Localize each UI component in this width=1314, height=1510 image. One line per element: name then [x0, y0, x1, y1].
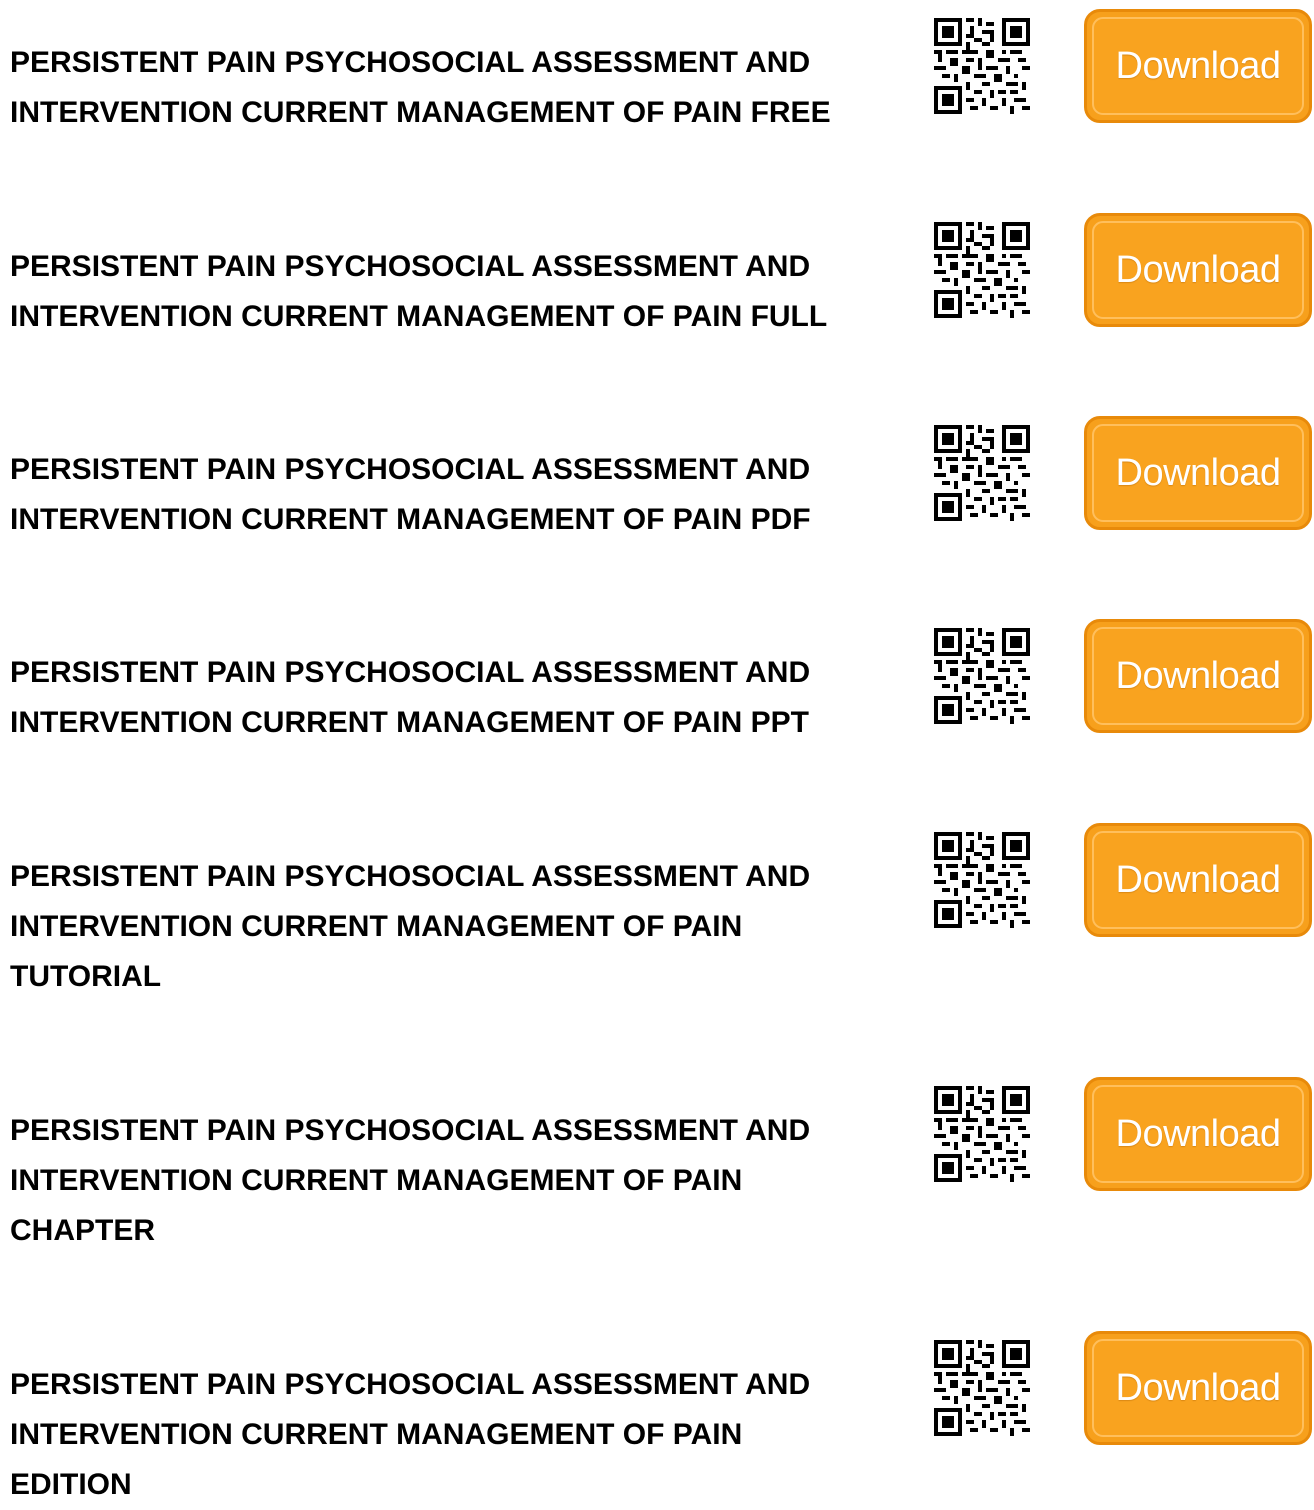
item-title-line: PERSISTENT PAIN PSYCHOSOCIAL ASSESSMENT …	[10, 46, 811, 79]
download-button[interactable]: Download	[1084, 619, 1312, 733]
download-button[interactable]: Download	[1084, 823, 1312, 937]
download-button[interactable]: Download	[1084, 1331, 1312, 1445]
item-title: PERSISTENT PAIN PSYCHOSOCIAL ASSESSMENT …	[10, 242, 910, 342]
item-title-line: PERSISTENT PAIN PSYCHOSOCIAL ASSESSMENT …	[10, 1368, 811, 1401]
download-button-face: Download	[1092, 1339, 1304, 1437]
download-button-face: Download	[1092, 831, 1304, 929]
qr-code-icon	[934, 425, 1030, 521]
download-button-label: Download	[1115, 858, 1282, 901]
item-title: PERSISTENT PAIN PSYCHOSOCIAL ASSESSMENT …	[10, 1106, 910, 1256]
download-button-label: Download	[1115, 44, 1282, 87]
download-button-face: Download	[1092, 627, 1304, 725]
item-title-line: PERSISTENT PAIN PSYCHOSOCIAL ASSESSMENT …	[10, 860, 811, 893]
download-button[interactable]: Download	[1084, 416, 1312, 530]
download-button-face: Download	[1092, 424, 1304, 522]
item-title-line: INTERVENTION CURRENT MANAGEMENT OF PAIN	[10, 1164, 743, 1197]
item-title-line: PERSISTENT PAIN PSYCHOSOCIAL ASSESSMENT …	[10, 250, 811, 283]
item-title: PERSISTENT PAIN PSYCHOSOCIAL ASSESSMENT …	[10, 445, 910, 545]
download-button[interactable]: Download	[1084, 213, 1312, 327]
item-title-line: INTERVENTION CURRENT MANAGEMENT OF PAIN …	[10, 300, 828, 333]
item-title-line: PERSISTENT PAIN PSYCHOSOCIAL ASSESSMENT …	[10, 656, 811, 689]
download-button-label: Download	[1115, 248, 1282, 291]
item-title: PERSISTENT PAIN PSYCHOSOCIAL ASSESSMENT …	[10, 852, 910, 1002]
item-title-line: TUTORIAL	[10, 960, 162, 993]
qr-code-icon	[934, 1340, 1030, 1436]
qr-code-icon	[934, 832, 1030, 928]
download-button[interactable]: Download	[1084, 1077, 1312, 1191]
item-title: PERSISTENT PAIN PSYCHOSOCIAL ASSESSMENT …	[10, 648, 910, 748]
download-button-label: Download	[1115, 1112, 1282, 1155]
item-title: PERSISTENT PAIN PSYCHOSOCIAL ASSESSMENT …	[10, 38, 910, 138]
qr-code-icon	[934, 18, 1030, 114]
item-title-line: INTERVENTION CURRENT MANAGEMENT OF PAIN	[10, 1418, 743, 1451]
qr-code-icon	[934, 222, 1030, 318]
download-button[interactable]: Download	[1084, 9, 1312, 123]
item-title-line: INTERVENTION CURRENT MANAGEMENT OF PAIN …	[10, 706, 809, 739]
download-button-label: Download	[1115, 1366, 1282, 1409]
download-button-label: Download	[1115, 654, 1282, 697]
download-button-face: Download	[1092, 221, 1304, 319]
item-title-line: PERSISTENT PAIN PSYCHOSOCIAL ASSESSMENT …	[10, 453, 811, 486]
download-button-face: Download	[1092, 17, 1304, 115]
item-title-line: INTERVENTION CURRENT MANAGEMENT OF PAIN …	[10, 96, 831, 129]
item-title-line: PERSISTENT PAIN PSYCHOSOCIAL ASSESSMENT …	[10, 1114, 811, 1147]
item-title-line: EDITION	[10, 1468, 132, 1501]
item-title-line: INTERVENTION CURRENT MANAGEMENT OF PAIN	[10, 910, 743, 943]
download-button-face: Download	[1092, 1085, 1304, 1183]
item-title-line: CHAPTER	[10, 1214, 156, 1247]
download-button-label: Download	[1115, 451, 1282, 494]
qr-code-icon	[934, 628, 1030, 724]
item-title-line: INTERVENTION CURRENT MANAGEMENT OF PAIN …	[10, 503, 811, 536]
item-title: PERSISTENT PAIN PSYCHOSOCIAL ASSESSMENT …	[10, 1360, 910, 1510]
qr-code-icon	[934, 1086, 1030, 1182]
